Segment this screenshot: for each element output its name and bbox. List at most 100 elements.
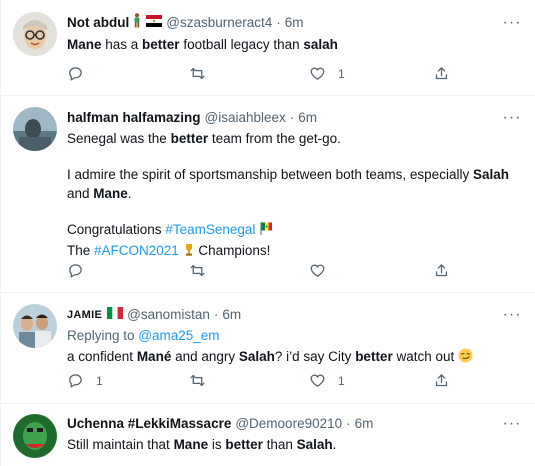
like-icon (310, 374, 325, 387)
tweet-text: a confident Mané and angry Salah? i’d sa… (67, 347, 524, 368)
like-count: 1 (338, 66, 345, 81)
user-handle[interactable]: @sanomistan (127, 306, 210, 324)
champions-text: Champions! (194, 243, 271, 258)
text-segment: and angry (171, 349, 239, 364)
bold-keyword: Mane (173, 437, 209, 452)
text-segment: . (127, 186, 132, 201)
more-options-icon[interactable]: ··· (502, 415, 522, 433)
bold-keyword: Mané (136, 349, 172, 364)
text-segment: a confident (67, 349, 137, 364)
text-segment: than (262, 437, 297, 452)
tweet-paragraph: Congratulations #TeamSenegal (67, 220, 524, 241)
text-segment: watch out (392, 349, 458, 364)
hashtag-link[interactable]: #TeamSenegal (165, 222, 255, 237)
reply-button[interactable]: 1 (67, 372, 103, 389)
text-segment: football legacy than (179, 37, 304, 52)
bold-keyword: better (170, 131, 209, 146)
timestamp[interactable]: 6m (222, 306, 241, 324)
display-name[interactable]: Uchenna #LekkiMassacre (67, 415, 231, 433)
reply-icon (69, 67, 82, 81)
timestamp[interactable]: 6m (355, 415, 374, 433)
tweet-actions (67, 262, 467, 282)
user-handle[interactable]: @isaiahbleex (205, 109, 286, 127)
replying-to: Replying to @ama25_em (67, 326, 524, 345)
avatar[interactable] (13, 107, 57, 151)
like-icon (310, 264, 325, 277)
share-button[interactable] (433, 372, 450, 389)
text-segment: and (67, 186, 94, 201)
avatar[interactable] (13, 304, 57, 348)
reply-button[interactable] (67, 262, 96, 279)
tweet[interactable]: Not abdul @szasburneract4 · 6m Mane has … (1, 0, 535, 96)
trophy-icon (183, 243, 195, 262)
retweet-button[interactable] (189, 372, 218, 389)
text-segment: Still maintain that (67, 437, 174, 452)
share-icon (435, 67, 448, 80)
tweet[interactable]: JAMIE @sanomistan · 6m Replying to @ama2… (1, 293, 535, 404)
reply-icon (69, 264, 82, 278)
tweet-text: Senegal was the better team from the get… (67, 129, 524, 262)
text-segment: Senegal was the (67, 131, 171, 146)
tweet[interactable]: halfman halfamazing @isaiahbleex · 6m Se… (1, 96, 535, 293)
separator-dot: · (289, 110, 295, 125)
retweet-button[interactable] (189, 65, 218, 82)
more-options-icon[interactable]: ··· (502, 109, 522, 127)
bold-keyword: better (355, 349, 393, 364)
timestamp[interactable]: 6m (298, 109, 317, 127)
timestamp[interactable]: 6m (285, 14, 304, 32)
replying-label: Replying to (67, 328, 139, 343)
avatar[interactable] (13, 12, 57, 56)
tweet-header: JAMIE @sanomistan · 6m (67, 306, 524, 324)
share-button[interactable] (433, 262, 450, 279)
tweet-paragraph: Senegal was the better team from the get… (67, 129, 524, 148)
tweet[interactable]: Uchenna #LekkiMassacre @Demoore90210 · 6… (1, 404, 535, 466)
reply-button[interactable] (67, 65, 96, 82)
smirk-emoji-icon (458, 348, 473, 368)
share-icon (435, 264, 448, 277)
display-name[interactable]: JAMIE (67, 306, 102, 324)
user-handle[interactable]: @Demoore90210 (235, 415, 342, 433)
retweet-icon (190, 264, 205, 277)
display-name[interactable]: halfman halfamazing (67, 109, 201, 127)
text-segment: I admire the spirit of sportsmanship bet… (67, 167, 473, 182)
text-segment: has a (101, 37, 143, 52)
separator-dot: · (213, 307, 219, 322)
avatar-image (13, 414, 57, 458)
retweet-icon (190, 374, 205, 387)
more-options-icon[interactable]: ··· (502, 306, 522, 324)
person-emoji-icon (133, 13, 141, 33)
tweet-header: Uchenna #LekkiMassacre @Demoore90210 · 6… (67, 415, 524, 433)
bold-keyword: Salah (238, 349, 275, 364)
tweet-header: Not abdul @szasburneract4 · 6m (67, 13, 524, 33)
egypt-flag-icon (146, 14, 163, 32)
avatar-image (13, 107, 57, 151)
more-options-icon[interactable]: ··· (502, 14, 522, 32)
text-segment: ? i’d say City (274, 349, 356, 364)
user-handle[interactable]: @szasburneract4 (166, 14, 272, 32)
tweet-header: halfman halfamazing @isaiahbleex · 6m (67, 109, 524, 127)
separator-dot: · (276, 15, 281, 30)
reply-count: 1 (96, 373, 103, 388)
tweet-text: Mane has a better football legacy than s… (67, 35, 524, 54)
tweet-actions: 1 1 (67, 372, 467, 392)
the-text: The (67, 243, 95, 258)
text-segment: is (208, 437, 226, 452)
share-icon (435, 374, 448, 387)
retweet-button[interactable] (189, 262, 218, 279)
hashtag-link[interactable]: #AFCON2021 (94, 243, 179, 258)
bold-keyword: Salah (296, 437, 333, 452)
congratulations-text: Congratulations (67, 222, 166, 237)
display-name[interactable]: Not abdul (67, 14, 129, 32)
reply-icon (69, 374, 82, 388)
bold-keyword: Mane (93, 186, 128, 201)
bold-keyword: salah (303, 37, 338, 52)
like-button[interactable] (309, 262, 338, 279)
like-button[interactable]: 1 (309, 65, 345, 82)
avatar[interactable] (13, 414, 57, 458)
like-button[interactable]: 1 (309, 372, 345, 389)
tweet-paragraph: The #AFCON2021 Champions! (67, 241, 524, 262)
bold-keyword: Mane (67, 37, 102, 52)
replying-handle-link[interactable]: @ama25_em (138, 328, 219, 343)
text-segment: . (332, 437, 337, 452)
share-button[interactable] (433, 65, 450, 82)
